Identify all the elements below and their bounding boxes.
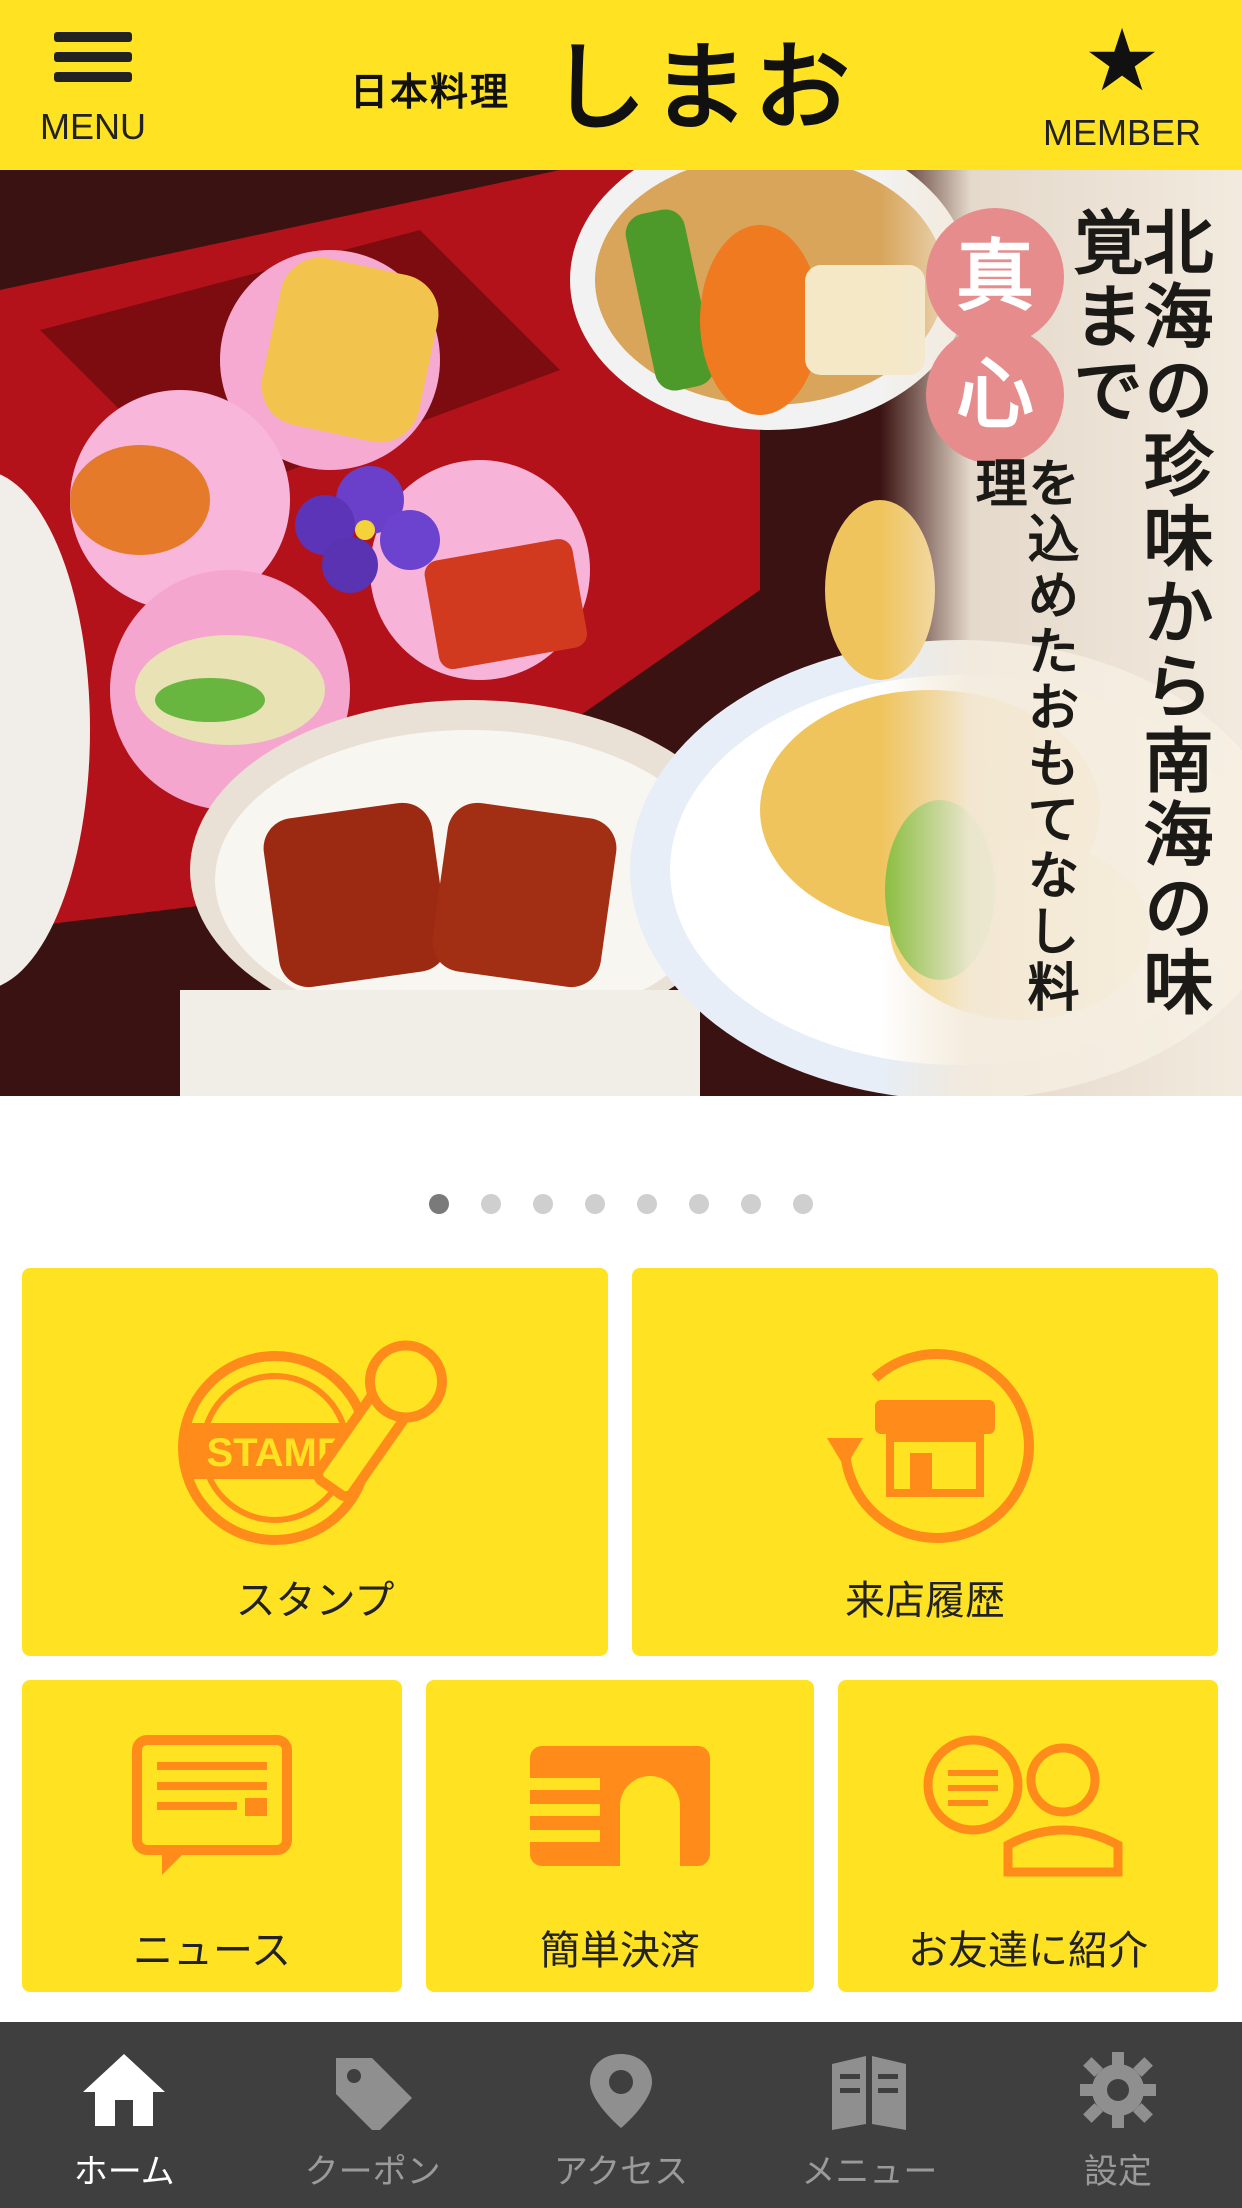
tab-menu-label: メニュー (801, 2152, 938, 2192)
stamp-tile[interactable]: STAMP スタンプ (22, 1268, 608, 1656)
hero-copy: 真 心 北海の珍味から南海の味覚まで を込めたおもてなし料理 (884, 206, 1215, 1066)
tab-menu[interactable]: メニュー (745, 2022, 993, 2208)
stamp-icon: STAMP (178, 1340, 447, 1545)
visit-history-label: 来店履歴 (845, 1578, 1005, 1624)
app-header: MENU 日本料理 しまお ★ MEMBER (0, 0, 1242, 170)
tab-settings-label: 設定 (1083, 2152, 1152, 2192)
carousel-dot[interactable] (481, 1194, 501, 1214)
hamburger-icon (54, 28, 132, 86)
refer-friend-icon (923, 1735, 1123, 1877)
carousel-dot[interactable] (689, 1194, 709, 1214)
news-icon (132, 1735, 292, 1875)
bottom-tab-bar: ホーム クーポン アクセス メニュー 設定 (0, 2022, 1242, 2208)
carousel-indicator (0, 1194, 1242, 1224)
carousel-dot[interactable] (741, 1194, 761, 1214)
menu-button[interactable]: MENU (28, 20, 158, 150)
carousel-dot[interactable] (793, 1194, 813, 1214)
tab-settings[interactable]: 設定 (994, 2022, 1242, 2208)
star-icon: ★ (1083, 11, 1161, 111)
tab-home-label: ホーム (73, 2152, 175, 2192)
hero-copy-line2: を込めたおもてなし料理 (966, 456, 1079, 1016)
tab-coupon-label: クーポン (304, 2152, 441, 2192)
tab-access[interactable]: アクセス (497, 2022, 745, 2208)
tab-access-label: アクセス (553, 2152, 689, 2192)
store-history-icon (827, 1349, 1034, 1543)
open-book-icon (832, 2056, 907, 2130)
carousel-dot[interactable] (637, 1194, 657, 1214)
news-label: ニュース (133, 1928, 291, 1974)
seal-kokoro: 心 (926, 326, 1064, 464)
carousel-dot[interactable] (533, 1194, 553, 1214)
menu-label: MENU (40, 106, 146, 147)
hero-banner[interactable]: 真 心 北海の珍味から南海の味覚まで を込めたおもてなし料理 (0, 170, 1242, 1096)
member-label: MEMBER (1042, 112, 1201, 153)
visit-history-tile[interactable]: 来店履歴 (632, 1268, 1218, 1656)
gear-icon (1079, 2052, 1156, 2128)
map-pin-icon (590, 2054, 653, 2128)
payment-icon (530, 1746, 710, 1866)
carousel-dot[interactable] (429, 1194, 449, 1214)
member-button[interactable]: ★ MEMBER (1032, 18, 1212, 153)
carousel-dot[interactable] (585, 1194, 605, 1214)
refer-friend-tile[interactable]: お友達に紹介 (838, 1680, 1218, 1992)
tab-coupon[interactable]: クーポン (248, 2022, 496, 2208)
easy-payment-tile[interactable]: 簡単決済 (426, 1680, 814, 1992)
brand-subtitle: 日本料理 (350, 69, 511, 114)
hero-copy-line1: 北海の珍味から南海の味覚まで (1062, 206, 1215, 1020)
home-icon (83, 2054, 166, 2126)
news-tile[interactable]: ニュース (22, 1680, 402, 1992)
brand-name: しまお (550, 31, 857, 144)
tag-icon (335, 2058, 412, 2130)
easy-payment-label: 簡単決済 (540, 1928, 700, 1974)
brand-logo: 日本料理 しまお (350, 28, 856, 148)
stamp-label: スタンプ (235, 1578, 395, 1624)
refer-friend-label: お友達に紹介 (908, 1928, 1148, 1974)
tab-home[interactable]: ホーム (0, 2022, 248, 2208)
